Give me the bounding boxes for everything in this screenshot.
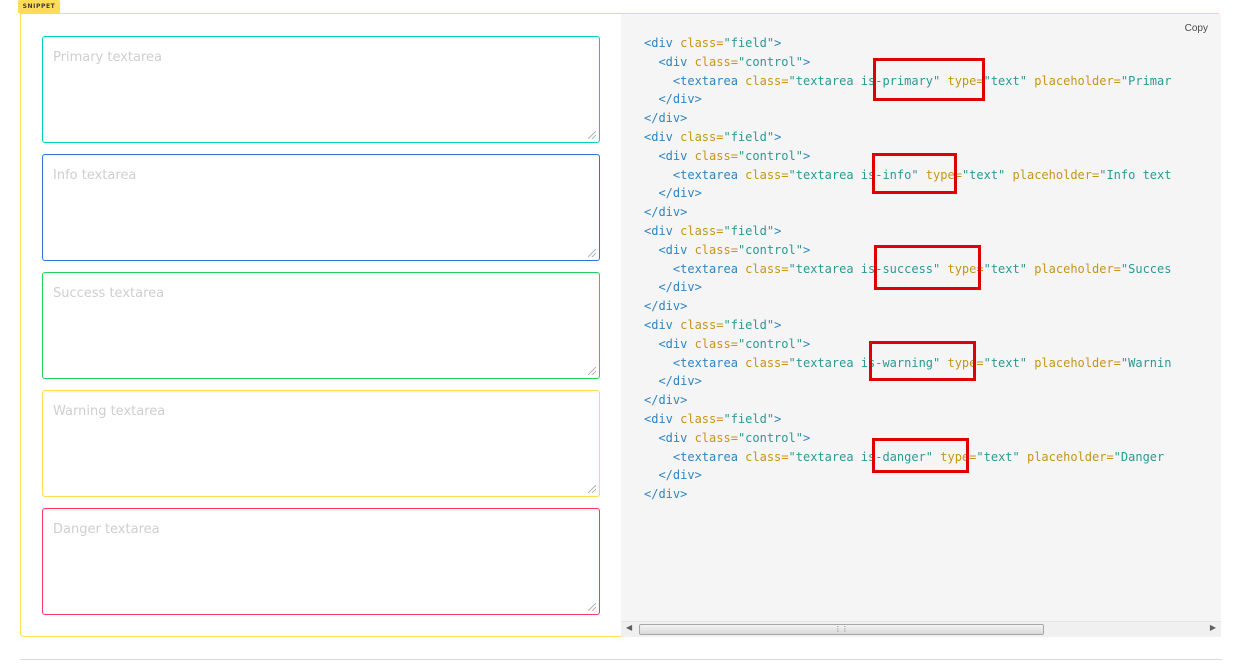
- warning-textarea[interactable]: Warning textarea: [42, 390, 600, 497]
- scroll-left-arrow-icon[interactable]: ◀: [626, 623, 632, 632]
- highlight-box-info: [872, 153, 957, 194]
- highlight-box-success: [874, 245, 981, 290]
- textarea-preview: Primary textarea Info textarea Success t…: [42, 36, 600, 626]
- success-textarea[interactable]: Success textarea: [42, 272, 600, 379]
- danger-textarea[interactable]: Danger textarea: [42, 508, 600, 615]
- code-placeholder-fragment: Succes: [1128, 261, 1172, 276]
- snippet-container: Primary textarea Info textarea Success t…: [20, 13, 1221, 637]
- highlight-box-warning: [869, 341, 976, 381]
- scrollbar-thumb[interactable]: ⋮⋮: [639, 624, 1044, 635]
- code-placeholder-fragment: Primar: [1128, 73, 1172, 88]
- highlight-box-danger: [872, 438, 969, 473]
- highlight-box-primary: [873, 58, 985, 101]
- code-panel: Copy <div class="field"> <div class="con…: [621, 14, 1221, 637]
- horizontal-scrollbar[interactable]: ◀ ⋮⋮ ▶: [621, 621, 1221, 637]
- resize-grip-icon[interactable]: [588, 485, 596, 493]
- resize-grip-icon[interactable]: [588, 131, 596, 139]
- resize-grip-icon[interactable]: [588, 249, 596, 257]
- textarea-placeholder: Warning textarea: [53, 404, 166, 419]
- textarea-placeholder: Info textarea: [53, 168, 137, 183]
- textarea-placeholder: Success textarea: [53, 286, 165, 301]
- scroll-right-arrow-icon[interactable]: ▶: [1210, 623, 1216, 632]
- divider: [20, 659, 1222, 660]
- code-placeholder-fragment: Danger: [1120, 449, 1165, 464]
- code-placeholder-fragment: Warnin: [1128, 355, 1172, 370]
- info-textarea[interactable]: Info textarea: [42, 154, 600, 261]
- code-placeholder-fragment: Info text: [1106, 167, 1172, 182]
- resize-grip-icon[interactable]: [588, 367, 596, 375]
- resize-grip-icon[interactable]: [588, 603, 596, 611]
- textarea-placeholder: Danger textarea: [53, 522, 160, 537]
- snippet-tag: SNIPPET: [18, 0, 60, 13]
- primary-textarea[interactable]: Primary textarea: [42, 36, 600, 143]
- copy-button[interactable]: Copy: [1185, 23, 1208, 34]
- textarea-placeholder: Primary textarea: [53, 50, 163, 65]
